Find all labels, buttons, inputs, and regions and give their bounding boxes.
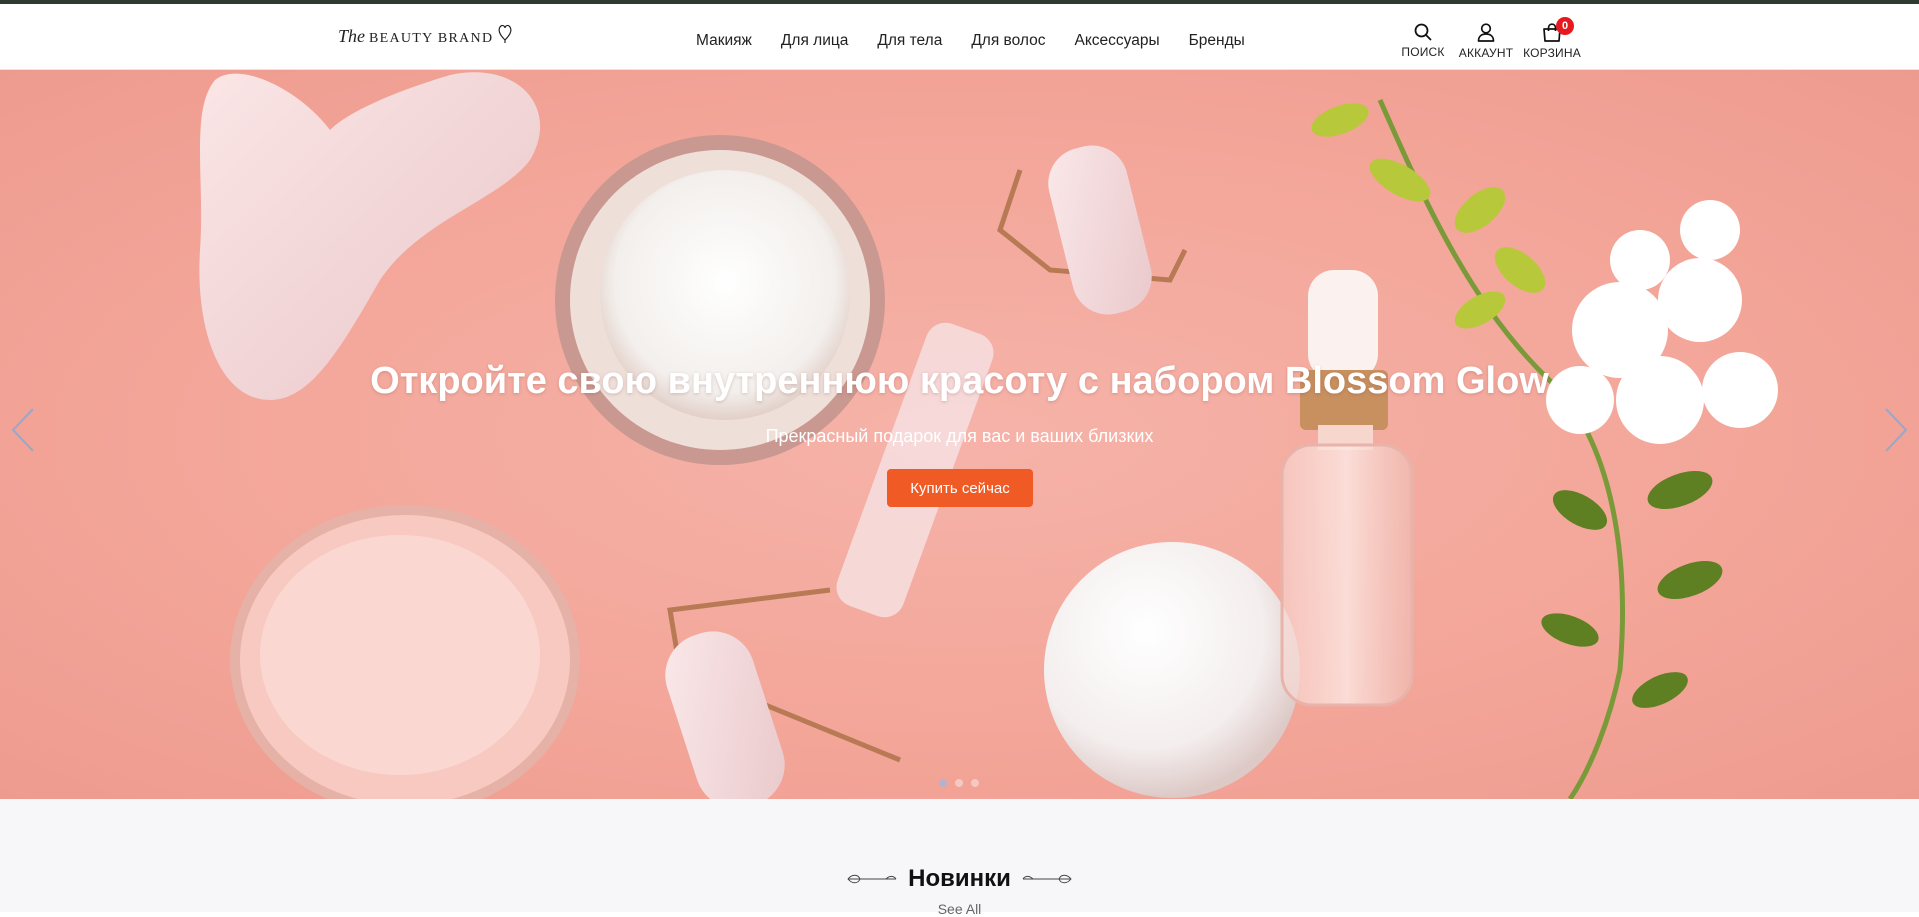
slider-dots	[939, 779, 979, 787]
slider-dot-2[interactable]	[955, 779, 963, 787]
search-label: ПОИСК	[1401, 45, 1445, 59]
logo-the: The	[338, 26, 365, 46]
account-button[interactable]: АККАУНТ	[1455, 8, 1517, 74]
cart-button[interactable]: 0 КОРЗИНА	[1519, 8, 1585, 74]
nav-item-makeup[interactable]: Макияж	[696, 32, 752, 50]
shop-now-button[interactable]: Купить сейчас	[887, 469, 1033, 507]
hero-subtitle: Прекрасный подарок для вас и ваших близк…	[765, 426, 1154, 446]
site-header: The BEAUTY BRAND Макияж Для лица Для тел…	[0, 4, 1919, 70]
cart-count-badge: 0	[1556, 17, 1574, 35]
left-ornament-icon	[847, 874, 897, 884]
hero-title: Откройте свою внутреннюю красоту с набор…	[370, 360, 1549, 402]
brand-logo[interactable]: The BEAUTY BRAND	[338, 19, 538, 53]
nav-item-hair[interactable]: Для волос	[971, 32, 1045, 50]
chevron-left-icon	[11, 408, 34, 452]
chevron-right-icon	[1885, 408, 1908, 452]
slider-prev-button[interactable]	[9, 405, 39, 455]
hero-slider: Откройте свою внутреннюю красоту с набор…	[0, 70, 1919, 799]
section-heading: Новинки	[0, 865, 1919, 893]
slider-next-button[interactable]	[1880, 405, 1910, 455]
logo-brand: BEAUTY BRAND	[369, 31, 494, 46]
nav-item-body[interactable]: Для тела	[877, 32, 942, 50]
search-icon	[1414, 23, 1432, 41]
heart-icon	[498, 24, 512, 43]
slider-dot-1[interactable]	[939, 779, 947, 787]
user-icon	[1477, 22, 1495, 42]
slider-dot-3[interactable]	[971, 779, 979, 787]
see-all-link[interactable]: See All	[0, 901, 1919, 917]
search-button[interactable]: ПОИСК	[1395, 8, 1451, 74]
right-ornament-icon	[1022, 874, 1072, 884]
nav-item-face[interactable]: Для лица	[781, 32, 848, 50]
main-nav: Макияж Для лица Для тела Для волос Аксес…	[696, 8, 1274, 74]
header-actions: ПОИСК АККАУНТ 0 КОРЗИНА	[1391, 8, 1585, 74]
nav-item-accessories[interactable]: Аксессуары	[1074, 32, 1159, 50]
new-arrivals-section: Новинки See All	[0, 799, 1919, 917]
nav-item-brands[interactable]: Бренды	[1189, 32, 1245, 50]
account-label: АККАУНТ	[1458, 45, 1514, 60]
cart-label: КОРЗИНА	[1523, 45, 1581, 60]
section-title: Новинки	[908, 865, 1011, 892]
